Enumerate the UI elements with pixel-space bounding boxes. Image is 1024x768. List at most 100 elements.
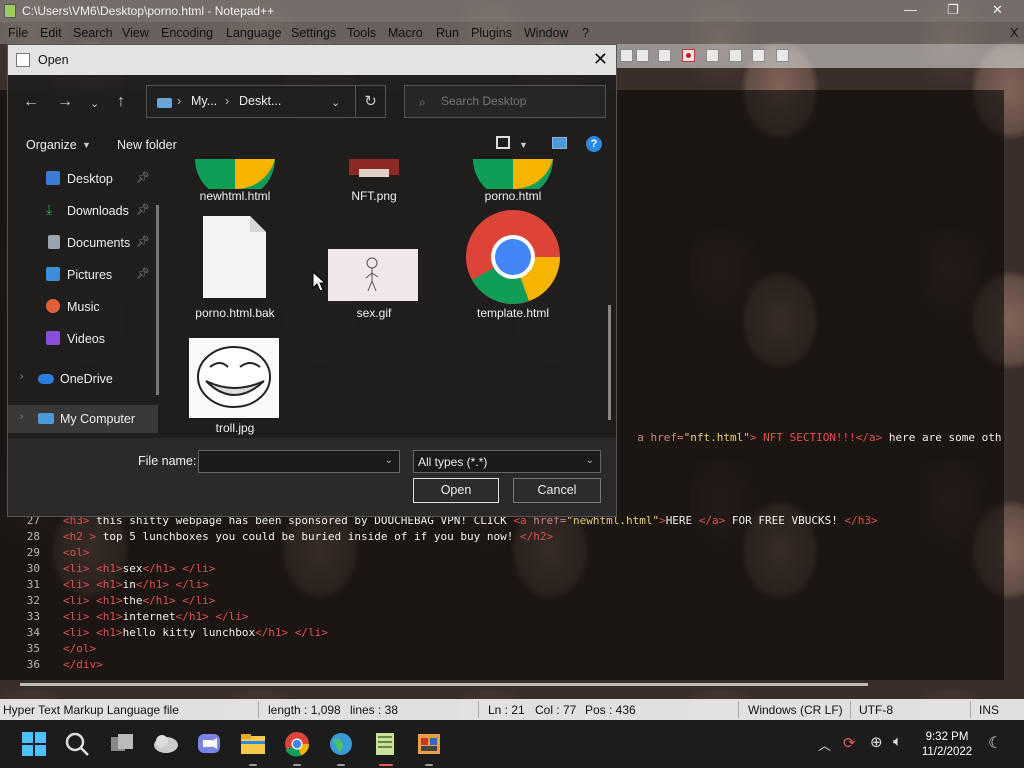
record-macro-icon[interactable] <box>682 49 695 62</box>
folder-open-icon[interactable] <box>636 49 649 62</box>
menu-view[interactable]: View <box>122 26 149 40</box>
file-item[interactable]: newhtml.html <box>180 159 290 209</box>
minimize-icon[interactable]: — <box>904 2 917 17</box>
code-line[interactable]: </ol> <box>63 642 96 655</box>
run-macro-multiple-icon[interactable] <box>752 49 765 62</box>
folder-icon[interactable] <box>620 49 633 62</box>
close-icon[interactable]: ✕ <box>992 2 1003 18</box>
close-document-icon[interactable]: X <box>1010 26 1018 40</box>
stop-macro-icon[interactable] <box>706 49 719 62</box>
file-explorer-icon[interactable] <box>239 730 267 758</box>
chrome-icon[interactable] <box>283 730 311 758</box>
search-box[interactable]: ⌕ <box>404 85 606 118</box>
file-name-field[interactable]: ⌄ <box>198 450 400 473</box>
code-line[interactable]: </div> <box>63 658 103 671</box>
file-item[interactable]: porno.html.bak <box>180 213 290 323</box>
sidebar-scrollbar[interactable] <box>156 205 159 395</box>
menu-settings[interactable]: Settings <box>291 26 336 40</box>
menu-tools[interactable]: Tools <box>347 26 376 40</box>
sidebar-item-documents[interactable]: Documents 📌︎ <box>8 229 158 257</box>
chevron-down-icon[interactable]: ⌄ <box>385 455 393 466</box>
search-input[interactable] <box>441 94 591 108</box>
start-icon[interactable] <box>20 730 48 758</box>
address-bar[interactable]: › My... › Deskt... ⌄ <box>146 85 356 118</box>
widgets-icon[interactable] <box>152 730 180 758</box>
forward-arrow-icon[interactable]: → <box>57 93 73 111</box>
app-icon[interactable] <box>415 730 443 758</box>
sync-icon[interactable]: ⟳ <box>843 734 856 752</box>
dialog-close-icon[interactable]: ✕ <box>593 49 608 70</box>
chevron-down-icon[interactable]: ⌄ <box>586 455 594 466</box>
menu-run[interactable]: Run <box>436 26 459 40</box>
file-item[interactable]: NFT.png <box>319 159 429 209</box>
maximize-icon[interactable]: ❐ <box>947 2 959 18</box>
sidebar-item-downloads[interactable]: ⤓ Downloads 📌︎ <box>8 197 158 225</box>
code-line[interactable]: <li> <h1>sex</h1> </li> <box>63 562 215 575</box>
back-arrow-icon[interactable]: ← <box>23 93 39 111</box>
menu-language[interactable]: Language <box>226 26 282 40</box>
open-button[interactable]: Open <box>413 478 499 503</box>
sidebar-item-my-computer[interactable]: › My Computer <box>8 405 158 433</box>
help-icon[interactable]: ? <box>586 136 602 152</box>
menu-file[interactable]: File <box>8 26 28 40</box>
menu-search[interactable]: Search <box>73 26 113 40</box>
code-line[interactable]: <li> <h1>internet</h1> </li> <box>63 610 248 623</box>
breadcrumb-desktop[interactable]: Deskt... <box>239 94 281 108</box>
code-line[interactable]: <li> <h1>hello kitty lunchbox</h1> </li> <box>63 626 328 639</box>
file-item[interactable]: template.html <box>458 207 568 323</box>
chevron-down-icon[interactable]: ⌄ <box>331 96 340 109</box>
menu-plugins[interactable]: Plugins <box>471 26 512 40</box>
refresh-icon[interactable]: ↻ <box>356 85 386 118</box>
play-macro-icon[interactable] <box>729 49 742 62</box>
file-item[interactable]: porno.html <box>458 159 568 209</box>
file-type-select[interactable]: All types (*.*) ⌄ <box>413 450 601 473</box>
file-list-scrollbar[interactable] <box>608 305 611 420</box>
search-icon[interactable] <box>63 730 91 758</box>
teams-chat-icon[interactable] <box>195 730 223 758</box>
code-line[interactable]: <h2 > top 5 lunchboxes you could be buri… <box>63 530 553 543</box>
organize-chevron-icon[interactable]: ▼ <box>82 140 91 150</box>
chevron-up-icon[interactable]: ︿ <box>818 735 831 754</box>
sidebar-item-pictures[interactable]: Pictures 📌︎ <box>8 261 158 289</box>
new-folder-button[interactable]: New folder <box>117 138 177 152</box>
expand-chevron-icon[interactable]: › <box>20 371 23 382</box>
pin-icon[interactable]: 📌︎ <box>136 203 150 216</box>
menu-edit[interactable]: Edit <box>40 26 62 40</box>
pin-icon[interactable]: 📌︎ <box>136 235 150 248</box>
preview-pane-icon[interactable] <box>552 137 567 149</box>
sidebar-item-onedrive[interactable]: › OneDrive <box>8 365 158 393</box>
recent-locations-chevron-icon[interactable]: ⌄ <box>90 97 99 110</box>
code-line[interactable]: <li> <h1>the</h1> </li> <box>63 594 215 607</box>
menu-help[interactable]: ? <box>582 26 589 40</box>
pin-icon[interactable]: 📌︎ <box>136 267 150 280</box>
eye-icon[interactable] <box>658 49 671 62</box>
sidebar-item-desktop[interactable]: Desktop 📌︎ <box>8 165 158 193</box>
file-name-input[interactable] <box>203 454 373 470</box>
up-arrow-icon[interactable]: ↑ <box>117 93 125 111</box>
menu-encoding[interactable]: Encoding <box>161 26 213 40</box>
horizontal-scrollbar[interactable] <box>20 683 868 686</box>
notepadpp-icon[interactable] <box>371 730 399 758</box>
sidebar-item-music[interactable]: Music <box>8 293 158 321</box>
organize-button[interactable]: Organize <box>26 138 77 152</box>
menu-macro[interactable]: Macro <box>388 26 423 40</box>
task-view-icon[interactable] <box>108 730 136 758</box>
code-line[interactable]: <li> <h1>in</h1> </li> <box>63 578 209 591</box>
breadcrumb-my-computer[interactable]: My... <box>191 94 217 108</box>
notifications-icon[interactable]: ☾ <box>988 733 1002 753</box>
view-icon[interactable] <box>496 136 510 149</box>
pin-icon[interactable]: 📌︎ <box>136 171 150 184</box>
expand-chevron-icon[interactable]: › <box>20 411 23 422</box>
cancel-button[interactable]: Cancel <box>513 478 601 503</box>
clock[interactable]: 9:32 PM 11/2/2022 <box>912 730 982 760</box>
code-line[interactable]: <ol> <box>63 546 90 559</box>
menu-window[interactable]: Window <box>524 26 568 40</box>
globe-app-icon[interactable] <box>327 730 355 758</box>
file-item[interactable]: sex.gif <box>319 213 429 323</box>
network-icon[interactable]: ⊕ <box>870 733 883 751</box>
volume-icon[interactable]: 🔈︎ <box>893 733 902 750</box>
sidebar-item-videos[interactable]: Videos <box>8 325 158 353</box>
save-macro-icon[interactable] <box>776 49 789 62</box>
file-item[interactable]: troll.jpg <box>180 335 290 435</box>
view-chevron-icon[interactable]: ▼ <box>519 140 528 150</box>
